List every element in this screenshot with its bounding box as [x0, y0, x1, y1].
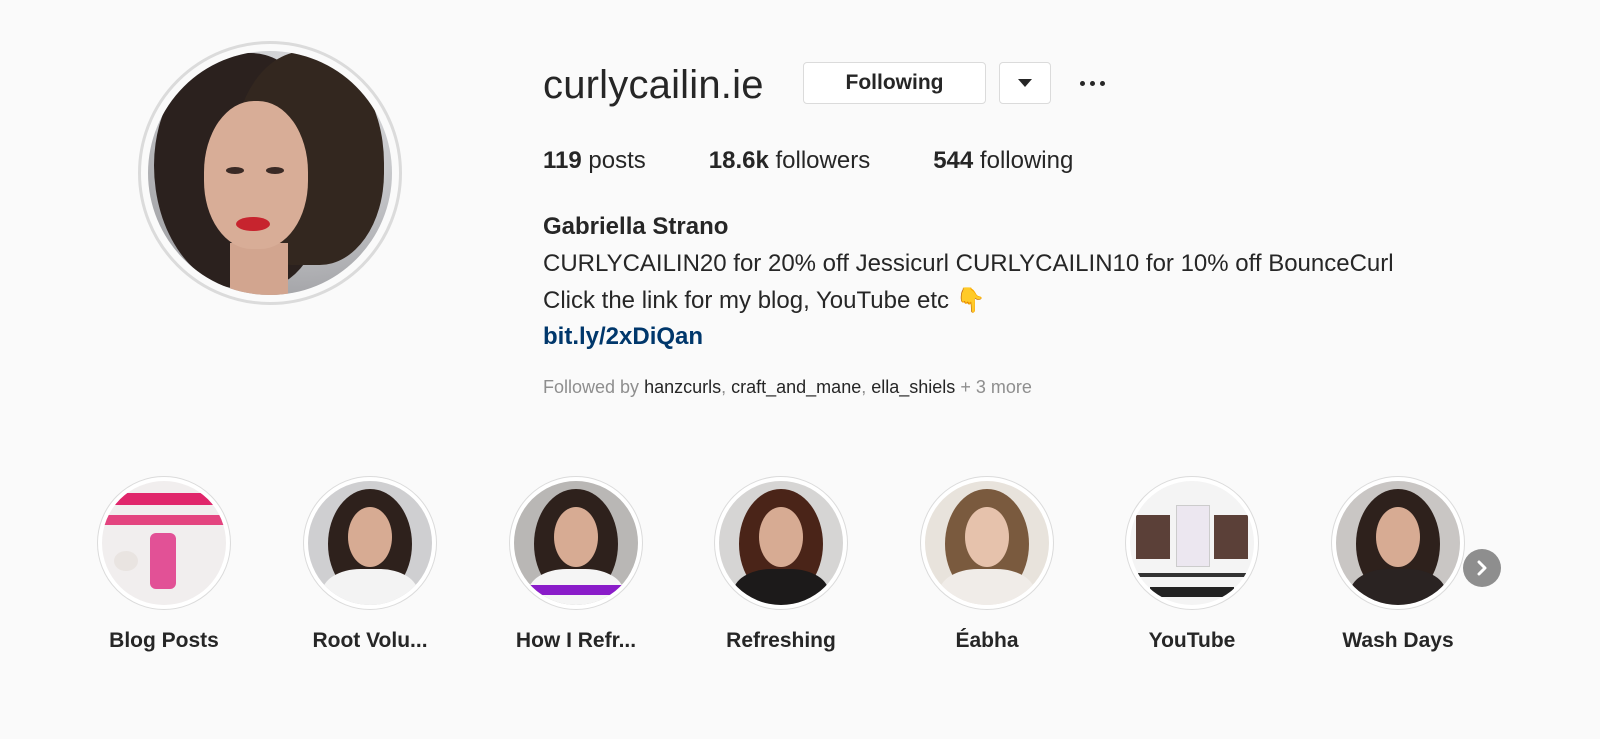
- highlight-eabha[interactable]: Éabha: [907, 476, 1067, 654]
- highlight-label: Refreshing: [726, 629, 836, 652]
- highlight-label: Wash Days: [1342, 629, 1454, 652]
- highlight-cover: [514, 481, 638, 605]
- followed-by-more[interactable]: + 3 more: [960, 377, 1032, 397]
- caret-down-icon: [1018, 79, 1032, 87]
- more-options-button[interactable]: [1072, 64, 1112, 102]
- following-link[interactable]: 544 following: [933, 146, 1073, 176]
- bio-line: Click the link for my blog, YouTube etc …: [543, 287, 986, 314]
- highlight-root-volume[interactable]: Root Volu...: [290, 476, 450, 654]
- chevron-right-icon: [1477, 560, 1487, 576]
- highlight-cover: [719, 481, 843, 605]
- profile-stats: 119 posts 18.6k followers 544 following: [543, 146, 1136, 176]
- highlight-label: How I Refr...: [515, 629, 637, 652]
- highlight-cover: [925, 481, 1049, 605]
- highlight-cover: [308, 481, 432, 605]
- highlight-refreshing[interactable]: Refreshing: [701, 476, 861, 654]
- highlight-label: Root Volu...: [312, 629, 428, 652]
- highlight-cover: [1130, 481, 1254, 605]
- highlight-wash-days[interactable]: Wash Days: [1318, 476, 1478, 654]
- follower-username[interactable]: craft_and_mane: [731, 377, 861, 397]
- followers-link[interactable]: 18.6k followers: [709, 146, 870, 176]
- followed-by[interactable]: Followed by hanzcurls, craft_and_mane, e…: [543, 375, 1032, 399]
- highlight-blog-posts[interactable]: Blog Posts: [84, 476, 244, 654]
- highlights-next-button[interactable]: [1463, 549, 1501, 587]
- highlight-cover: [1336, 481, 1460, 605]
- posts-count: 119 posts: [543, 147, 646, 174]
- bio-link[interactable]: bit.ly/2xDiQan: [543, 322, 703, 352]
- following-button[interactable]: Following: [803, 62, 986, 104]
- follower-username[interactable]: ella_shiels: [871, 377, 955, 397]
- profile-picture[interactable]: [138, 41, 402, 305]
- highlight-label: YouTube: [1148, 629, 1236, 652]
- highlight-youtube[interactable]: YouTube: [1112, 476, 1272, 654]
- highlight-label: Blog Posts: [109, 629, 219, 652]
- suggestions-dropdown-button[interactable]: [999, 62, 1051, 104]
- profile-username: curlycailin.ie: [543, 63, 764, 107]
- highlight-cover: [102, 481, 226, 605]
- highlight-how-i-refresh[interactable]: How I Refr...: [496, 476, 656, 654]
- highlight-label: Éabha: [955, 629, 1019, 652]
- bio-line: CURLYCAILIN20 for 20% off Jessicurl CURL…: [543, 250, 1394, 277]
- more-options-icon: [1079, 80, 1085, 86]
- full-name: Gabriella Strano: [543, 213, 729, 240]
- avatar: [148, 51, 392, 295]
- follower-username[interactable]: hanzcurls: [644, 377, 721, 397]
